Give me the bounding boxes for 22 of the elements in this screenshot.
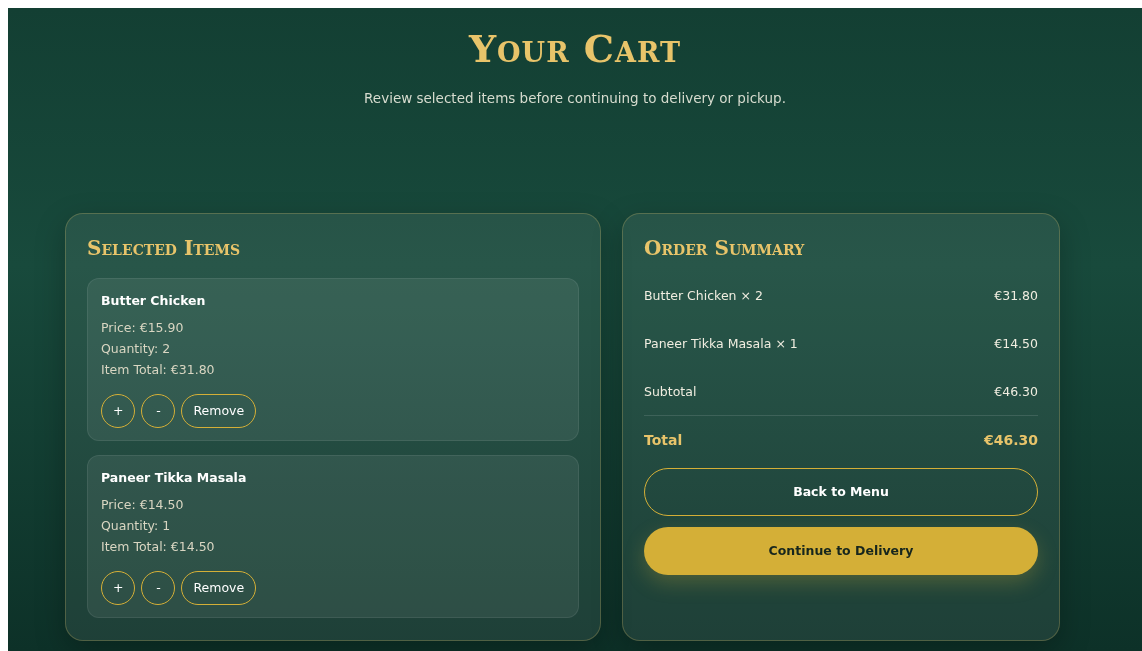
- summary-label: Butter Chicken × 2: [644, 287, 763, 303]
- item-price: Price: €14.50: [101, 495, 185, 514]
- summary-label: Paneer Tikka Masala × 1: [644, 335, 798, 351]
- item-name: Butter Chicken: [101, 292, 207, 308]
- summary-value: €14.50: [994, 335, 1038, 351]
- summary-value: €46.30: [983, 431, 1038, 448]
- summary-label: Subtotal: [644, 383, 697, 399]
- item-name: Paneer Tikka Masala: [101, 469, 248, 485]
- panel-title: Order Summary: [644, 235, 806, 260]
- page-title: Your Cart: [467, 25, 683, 70]
- page-subtitle: Review selected items before continuing to delivery or pickup.: [363, 89, 787, 106]
- summary-value: €31.80: [994, 287, 1038, 303]
- summary-value: €46.30: [994, 383, 1038, 399]
- item-quantity: Quantity: 1: [101, 516, 172, 535]
- panel-title: Selected Items: [87, 235, 241, 260]
- item-total: Item Total: €14.50: [101, 537, 216, 556]
- item-total: Item Total: €31.80: [101, 360, 216, 379]
- decrease-button[interactable]: -: [141, 570, 176, 605]
- item-price: Price: €15.90: [101, 318, 185, 337]
- summary-label: Total: [644, 431, 683, 448]
- continue-button[interactable]: Continue to Delivery: [644, 526, 1038, 575]
- item-quantity: Quantity: 2: [101, 339, 172, 358]
